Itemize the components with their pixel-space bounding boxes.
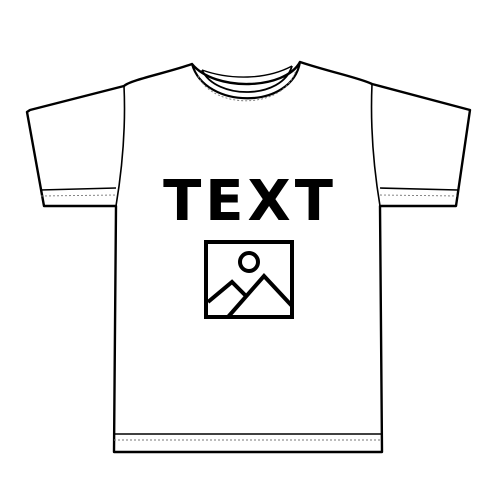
collar-back: [201, 65, 293, 78]
tshirt-mockup: TEXT: [0, 0, 500, 500]
print-text: TEXT: [163, 169, 337, 234]
image-placeholder-icon: [204, 240, 294, 319]
